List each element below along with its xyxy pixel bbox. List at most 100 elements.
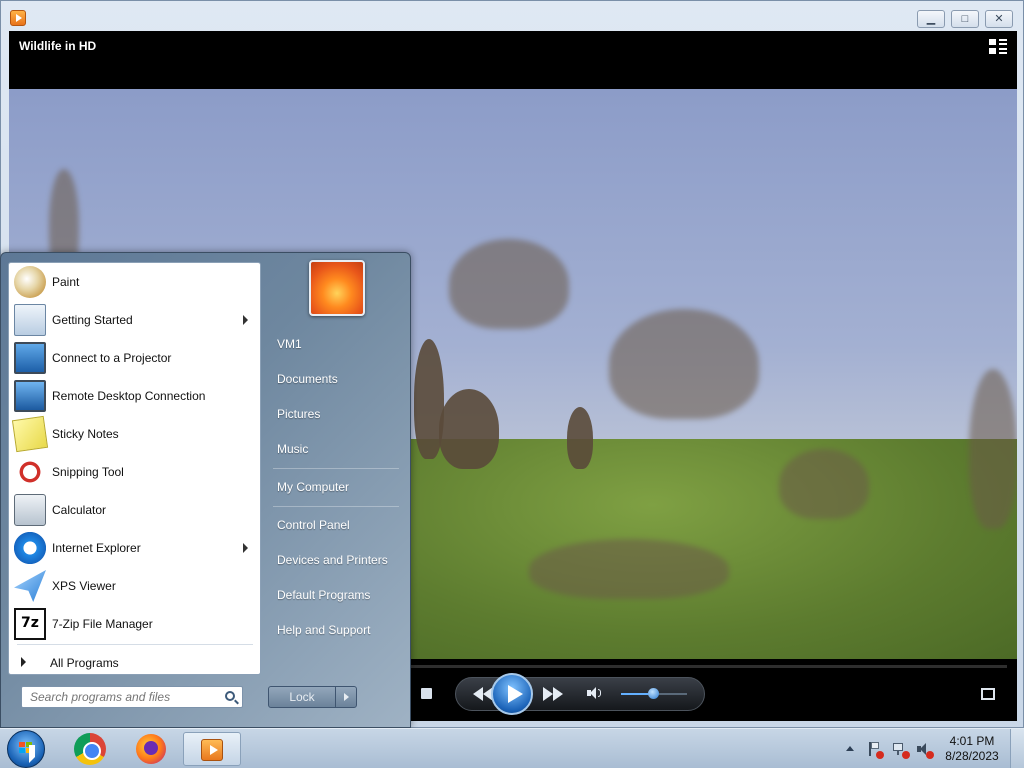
user-avatar[interactable] <box>309 260 365 316</box>
program-label: Getting Started <box>52 313 133 327</box>
taskbar-firefox[interactable] <box>122 732 180 766</box>
maximize-button[interactable]: □ <box>951 10 979 28</box>
program-item[interactable]: 7z 7-Zip File Manager <box>9 605 260 643</box>
divider <box>273 506 399 507</box>
program-label: XPS Viewer <box>52 579 116 593</box>
search-box[interactable] <box>21 686 243 708</box>
taskbar: 4:01 PM 8/28/2023 <box>0 728 1024 768</box>
show-desktop-button[interactable] <box>1010 729 1024 768</box>
close-button[interactable]: ✕ <box>985 10 1013 28</box>
program-item[interactable]: Paint <box>9 263 260 301</box>
video-bird <box>449 239 569 329</box>
divider <box>273 468 399 469</box>
right-item-label: Control Panel <box>277 518 350 532</box>
shutdown-options-arrow[interactable] <box>335 686 357 708</box>
program-label: Connect to a Projector <box>52 351 172 365</box>
video-bird <box>779 449 869 519</box>
start-menu: Paint Getting Started Connect to a Project… <box>0 252 411 728</box>
program-item[interactable]: Sticky Notes <box>9 415 260 453</box>
clock-time: 4:01 PM <box>949 734 995 748</box>
submenu-arrow-icon[interactable] <box>243 543 248 553</box>
clock[interactable]: 4:01 PM 8/28/2023 <box>940 734 1004 764</box>
clock-date: 8/28/2023 <box>945 749 999 763</box>
program-item[interactable]: Calculator <box>9 491 260 529</box>
right-item-label: Default Programs <box>277 588 371 602</box>
right-item-label: My Computer <box>277 480 350 494</box>
calculator-icon <box>14 494 46 526</box>
program-label: Snipping Tool <box>52 465 124 479</box>
windows-media-player-icon[interactable] <box>10 10 26 26</box>
right-item-label: VM1 <box>277 337 302 351</box>
video-bird <box>567 407 593 469</box>
mouse-cursor <box>29 745 35 763</box>
right-item-label: Devices and Printers <box>277 553 388 567</box>
right-item-label: Help and Support <box>277 623 371 637</box>
video-bird <box>529 539 729 599</box>
program-item[interactable]: Remote Desktop Connection <box>9 377 260 415</box>
pictures-link[interactable]: Pictures <box>269 399 403 429</box>
network-icon[interactable] <box>892 741 910 759</box>
default-programs-link[interactable]: Default Programs <box>269 580 403 610</box>
fast-forward-icon[interactable] <box>539 685 569 703</box>
search-icon[interactable] <box>225 691 235 701</box>
program-label: 7-Zip File Manager <box>52 617 153 631</box>
fullscreen-icon[interactable] <box>981 688 995 700</box>
user-folder-link[interactable]: VM1 <box>269 329 403 359</box>
search-input[interactable] <box>22 687 218 707</box>
volume-thumb[interactable] <box>648 688 659 699</box>
taskbar-media-player[interactable] <box>183 732 241 766</box>
documents-link[interactable]: Documents <box>269 364 403 394</box>
sticky-notes-icon <box>11 415 49 453</box>
snipping-tool-icon <box>14 456 46 488</box>
my-computer-link[interactable]: My Computer <box>269 472 403 502</box>
video-grass <box>409 439 1017 659</box>
switch-to-library-icon[interactable] <box>989 39 1007 55</box>
all-programs-label: All Programs <box>50 656 119 670</box>
control-panel-link[interactable]: Control Panel <box>269 510 403 540</box>
firefox-icon <box>136 734 166 764</box>
right-item-label: Pictures <box>277 407 321 421</box>
video-bird <box>609 309 759 419</box>
taskbar-chrome[interactable] <box>60 732 118 766</box>
lock-button[interactable]: Lock <box>268 686 336 708</box>
program-item[interactable]: XPS Viewer <box>9 567 260 605</box>
program-item[interactable]: Getting Started <box>9 301 260 339</box>
xps-viewer-icon <box>14 570 46 602</box>
video-bird <box>969 369 1017 529</box>
video-bird <box>439 389 499 469</box>
help-and-support-link[interactable]: Help and Support <box>269 615 403 645</box>
program-item[interactable]: Internet Explorer <box>9 529 260 567</box>
stop-icon[interactable] <box>421 688 432 699</box>
program-item[interactable]: Connect to a Projector <box>9 339 260 377</box>
video-title: Wildlife in HD <box>19 39 97 53</box>
windows-media-player-icon <box>201 739 223 761</box>
play-icon[interactable] <box>491 673 533 715</box>
program-label: Remote Desktop Connection <box>52 389 206 403</box>
program-item[interactable]: Snipping Tool <box>9 453 260 491</box>
projector-icon <box>14 342 46 374</box>
divider <box>17 644 253 645</box>
minimize-button[interactable]: ▁ <box>917 10 945 28</box>
music-link[interactable]: Music <box>269 434 403 464</box>
devices-and-printers-link[interactable]: Devices and Printers <box>269 545 403 575</box>
title-bar[interactable]: ▁ □ ✕ <box>1 1 1023 31</box>
internet-explorer-icon <box>14 532 46 564</box>
show-hidden-icons-icon[interactable] <box>846 746 854 751</box>
program-label: Paint <box>52 275 80 289</box>
program-label: Sticky Notes <box>52 427 119 441</box>
all-programs-button[interactable]: All Programs <box>9 651 260 675</box>
right-item-label: Documents <box>277 372 338 386</box>
chrome-icon <box>74 733 106 765</box>
paint-icon <box>14 266 46 298</box>
chevron-right-icon <box>21 657 26 667</box>
program-label: Calculator <box>52 503 107 517</box>
getting-started-icon <box>14 304 46 336</box>
speaker-icon[interactable] <box>916 741 934 759</box>
action-center-icon[interactable] <box>866 741 884 759</box>
volume-icon[interactable] <box>587 687 601 699</box>
submenu-arrow-icon[interactable] <box>243 315 248 325</box>
seek-bar[interactable] <box>411 665 1007 668</box>
remote-desktop-icon <box>14 380 46 412</box>
7zip-icon: 7z <box>14 608 46 640</box>
start-menu-programs-pane: Paint Getting Started Connect to a Project… <box>8 262 261 675</box>
